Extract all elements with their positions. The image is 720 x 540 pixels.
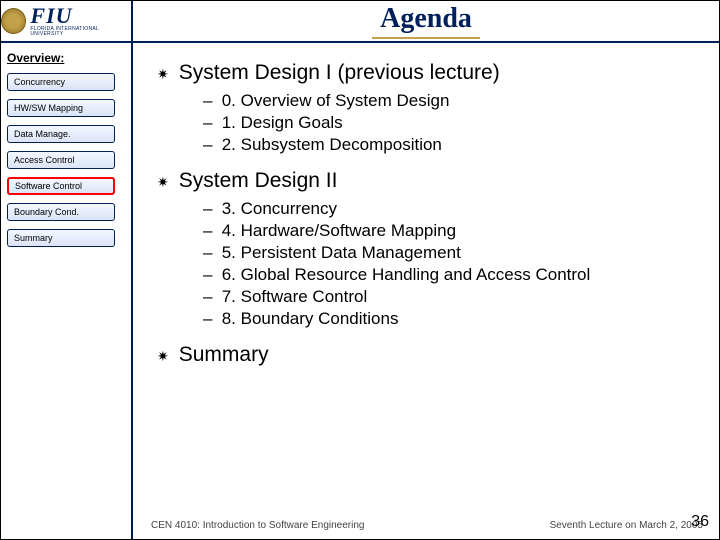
agenda-subitem: – 0. Overview of System Design [203,91,699,111]
slide-title: Agenda [372,3,480,39]
bullet-dash-icon: – [203,113,217,133]
bullet-star-icon: ✷ [157,169,169,195]
agenda-heading-row: ✷ System Design I (previous lecture) [157,61,699,87]
agenda-sublist: – 3. Concurrency– 4. Hardware/Software M… [203,199,699,329]
bullet-dash-icon: – [203,265,217,285]
agenda-heading: Summary [179,343,269,367]
sidebar-item-boundary-cond-[interactable]: Boundary Cond. [7,203,115,221]
title-cell: Agenda [133,3,719,39]
agenda-subitem: – 8. Boundary Conditions [203,309,699,329]
sidebar: Overview: Concurrency HW/SW Mapping Data M… [1,43,133,539]
bullet-star-icon: ✷ [157,61,169,87]
logo-text: FIU FLORIDA INTERNATIONAL UNIVERSITY [30,5,131,37]
logo-cell: FIU FLORIDA INTERNATIONAL UNIVERSITY [1,1,133,41]
agenda-section: ✷System Design II– 3. Concurrency– 4. Ha… [157,169,699,329]
footer-right: Seventh Lecture on March 2, 2005 [550,520,703,531]
bullet-dash-icon: – [203,287,217,307]
agenda-section: ✷ System Design I (previous lecture) – 0. … [157,61,699,155]
sidebar-item-access-control[interactable]: Access Control [7,151,115,169]
logo-subtitle: FLORIDA INTERNATIONAL UNIVERSITY [30,27,131,37]
bullet-dash-icon: – [203,135,217,155]
bullet-dash-icon: – [203,199,217,219]
sidebar-heading: Overview: [7,51,125,65]
agenda-subitem-text: 2. Subsystem Decomposition [217,135,442,154]
bullet-dash-icon: – [203,309,217,329]
agenda-subitem: – 2. Subsystem Decomposition [203,135,699,155]
sidebar-item-label: HW/SW Mapping [14,103,83,113]
sidebar-item-label: Summary [14,233,53,243]
agenda-subitem-text: 3. Concurrency [217,199,337,218]
sidebar-item-label: Data Manage. [14,129,71,139]
sidebar-item-label: Software Control [15,181,82,191]
agenda-subitem: – 4. Hardware/Software Mapping [203,221,699,241]
agenda-subitem: – 1. Design Goals [203,113,699,133]
agenda-subitem: – 5. Persistent Data Management [203,243,699,263]
sidebar-item-label: Access Control [14,155,75,165]
agenda-subitem: – 6. Global Resource Handling and Access… [203,265,699,285]
page-number: 36 [691,513,709,531]
sidebar-item-summary[interactable]: Summary [7,229,115,247]
agenda-subitem-text: 4. Hardware/Software Mapping [217,221,456,240]
agenda-subitem-text: 0. Overview of System Design [217,91,449,110]
bullet-dash-icon: – [203,221,217,241]
content-area: ✷ System Design I (previous lecture) – 0. … [133,43,719,539]
footer-left: CEN 4010: Introduction to Software Engin… [151,520,364,531]
agenda-heading-row: ✷ Summary [157,343,699,369]
agenda-subitem-text: 8. Boundary Conditions [217,309,398,328]
title-bar: FIU FLORIDA INTERNATIONAL UNIVERSITY Age… [1,1,719,43]
logo-main: FIU [30,5,131,27]
agenda-heading-row: ✷ System Design II [157,169,699,195]
agenda-heading: System Design I (previous lecture) [179,61,500,85]
agenda-subitem-text: 1. Design Goals [217,113,343,132]
slide-body: Overview: Concurrency HW/SW Mapping Data M… [1,43,719,539]
agenda-section: ✷ Summary [157,343,699,369]
agenda-sublist: – 0. Overview of System Design– 1. Desig… [203,91,699,155]
footer: CEN 4010: Introduction to Software Engin… [1,520,719,531]
sidebar-item-label: Boundary Cond. [14,207,79,217]
sidebar-item-hw-sw-mapping[interactable]: HW/SW Mapping [7,99,115,117]
agenda-subitem-text: 6. Global Resource Handling and Access C… [217,265,590,284]
agenda-subitem: – 7. Software Control [203,287,699,307]
agenda-subitem: – 3. Concurrency [203,199,699,219]
slide: FIU FLORIDA INTERNATIONAL UNIVERSITY Age… [0,0,720,540]
university-seal-icon [1,8,26,34]
bullet-star-icon: ✷ [157,343,169,369]
sidebar-item-concurrency[interactable]: Concurrency [7,73,115,91]
sidebar-item-software-control[interactable]: Software Control [7,177,115,195]
agenda-subitem-text: 7. Software Control [217,287,367,306]
bullet-dash-icon: – [203,91,217,111]
agenda-subitem-text: 5. Persistent Data Management [217,243,461,262]
agenda-heading: System Design II [179,169,338,193]
bullet-dash-icon: – [203,243,217,263]
sidebar-item-data-manage-[interactable]: Data Manage. [7,125,115,143]
sidebar-item-label: Concurrency [14,77,65,87]
